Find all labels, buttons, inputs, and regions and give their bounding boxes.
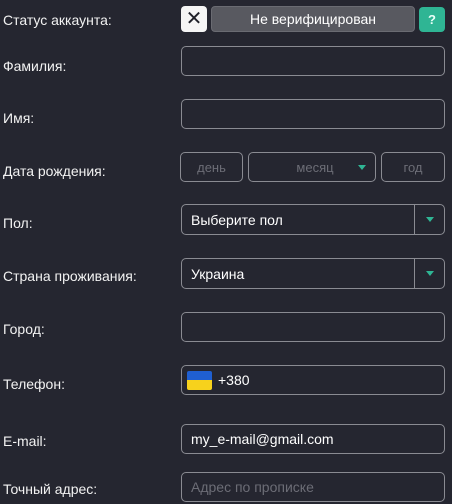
gender-label: Пол: (3, 215, 33, 231)
country-select-toggle[interactable] (414, 259, 444, 288)
caret-down-icon (425, 217, 434, 222)
ukraine-flag-icon[interactable] (187, 370, 212, 390)
gender-select[interactable]: Выберите пол (181, 204, 445, 235)
caret-down-icon (358, 165, 366, 170)
close-icon[interactable]: ✕ (181, 6, 207, 32)
account-form: Статус аккаунта: ✕ Не верифицирован ? Фа… (0, 0, 452, 504)
status-label: Статус аккаунта: (3, 12, 112, 28)
country-select-value: Украина (191, 265, 245, 282)
help-button[interactable]: ? (419, 7, 445, 32)
phone-label: Телефон: (3, 376, 65, 392)
email-field[interactable]: my_e-mail@gmail.com (181, 424, 445, 454)
birth-month-select[interactable]: месяц (248, 152, 376, 182)
name-input[interactable] (181, 99, 445, 129)
birth-day-placeholder: день (197, 159, 226, 175)
address-input-placeholder: Адрес по прописке (191, 479, 314, 495)
address-input[interactable]: Адрес по прописке (181, 472, 445, 502)
birth-date-label: Дата рождения: (3, 163, 106, 179)
birth-month-placeholder: месяц (296, 159, 334, 175)
gender-select-value: Выберите пол (191, 211, 283, 228)
verification-status-badge: Не верифицирован (211, 6, 415, 32)
country-label: Страна проживания: (3, 268, 137, 284)
gender-select-toggle[interactable] (414, 205, 444, 234)
email-field-value: my_e-mail@gmail.com (191, 431, 334, 447)
phone-input[interactable]: +380 (181, 365, 445, 395)
surname-input[interactable] (181, 46, 445, 76)
email-label: E-mail: (3, 433, 47, 449)
city-input[interactable] (181, 312, 445, 342)
birth-day-input[interactable]: день (180, 152, 243, 182)
birth-year-placeholder: год (403, 159, 423, 175)
birth-year-input[interactable]: год (381, 152, 445, 182)
phone-input-value: +380 (218, 372, 250, 388)
caret-down-icon (425, 271, 434, 276)
surname-label: Фамилия: (3, 58, 67, 74)
city-label: Город: (3, 321, 45, 337)
country-select[interactable]: Украина (181, 258, 445, 289)
name-label: Имя: (3, 110, 35, 126)
address-label: Точный адрес: (3, 481, 98, 497)
